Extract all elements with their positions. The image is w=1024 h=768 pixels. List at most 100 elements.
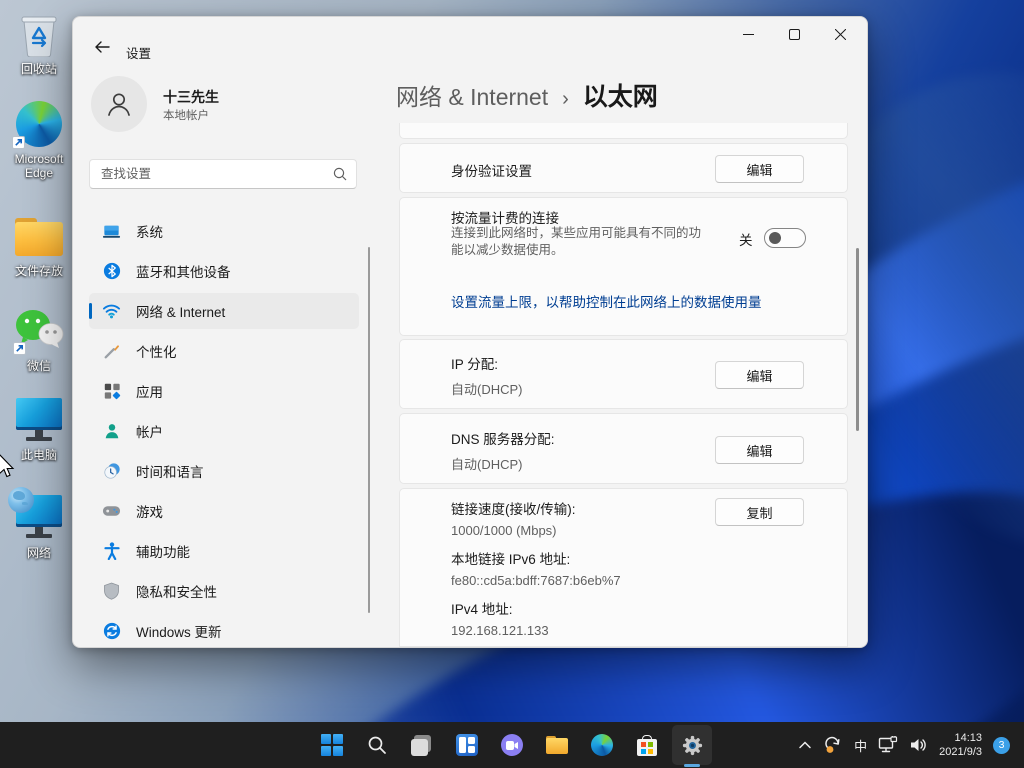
privacy-icon: [102, 582, 121, 601]
shortcut-arrow-icon: [13, 342, 26, 355]
metered-toggle[interactable]: [764, 228, 806, 248]
apps-icon: [102, 382, 121, 401]
sidebar-item-privacy[interactable]: 隐私和安全性: [89, 573, 359, 609]
avatar[interactable]: [91, 76, 147, 132]
tray-clock[interactable]: 14:13 2021/9/3: [939, 731, 982, 759]
sidebar-item-accounts[interactable]: 帐户: [89, 413, 359, 449]
personalization-icon: [102, 342, 121, 361]
desktop-icon-label: 微信: [26, 359, 51, 373]
taskbar-search-button[interactable]: [357, 725, 397, 765]
card-metered-connection: 按流量计费的连接 连接到此网络时，某些应用可能具有不同的功能以减少数据使用。 关…: [399, 197, 848, 336]
dns-value: 自动(DHCP): [451, 457, 523, 472]
sidebar-item-gaming[interactable]: 游戏: [89, 493, 359, 529]
breadcrumb: 网络 & Internet › 以太网: [396, 77, 658, 113]
sidebar-item-label: 蓝牙和其他设备: [136, 265, 231, 280]
wechat-icon: [2, 303, 76, 357]
sidebar-item-label: 时间和语言: [136, 465, 204, 480]
search-box[interactable]: [89, 159, 357, 189]
auth-edit-button[interactable]: 编辑: [715, 155, 804, 183]
accessibility-icon: [102, 542, 121, 561]
ime-indicator[interactable]: 中: [854, 736, 867, 755]
ip-label: IP 分配:: [451, 357, 499, 372]
sidebar-item-personalization[interactable]: 个性化: [89, 333, 359, 369]
desktop-icon-label: 回收站: [20, 62, 57, 76]
sidebar-item-label: 网络 & Internet: [136, 305, 226, 320]
dns-edit-button[interactable]: 编辑: [715, 436, 804, 464]
tray-volume-icon[interactable]: [909, 736, 928, 754]
desktop-icon-folder[interactable]: 文件存放: [2, 212, 76, 278]
card-connection-details: 链接速度(接收/传输): 复制 1000/1000 (Mbps) 本地链接 IP…: [399, 488, 848, 647]
edge-button[interactable]: [582, 725, 622, 765]
search-icon: [368, 736, 386, 754]
tray-network-icon[interactable]: [878, 736, 898, 754]
minimize-icon: [742, 33, 754, 35]
widgets-icon: [456, 734, 478, 756]
start-icon: [321, 734, 343, 756]
metered-description: 连接到此网络时，某些应用可能具有不同的功能以减少数据使用。: [451, 226, 702, 257]
ipv6-value: fe80::cd5a:bdff:7687:b6eb%7: [451, 573, 621, 588]
search-input[interactable]: [90, 160, 320, 188]
sidebar-item-network-internet[interactable]: 网络 & Internet: [89, 293, 359, 329]
settings-window: 设置 十三先生 本地帐户 查找设置 系统 蓝牙和其他设备 网络 & Intern…: [72, 16, 868, 648]
minimize-button[interactable]: [725, 17, 771, 51]
sidebar-item-windows-update[interactable]: Windows 更新: [89, 613, 359, 647]
sidebar-item-label: 帐户: [136, 425, 163, 440]
sidebar-nav: 系统 蓝牙和其他设备 网络 & Internet 个性化 应用 帐户 时间和语言…: [89, 213, 359, 647]
user-account-type: 本地帐户: [163, 110, 209, 122]
notification-badge[interactable]: 3: [993, 736, 1010, 754]
windows-update-icon: [102, 622, 121, 641]
sidebar-item-accessibility[interactable]: 辅助功能: [89, 533, 359, 569]
maximize-icon: [788, 28, 800, 40]
wifi-icon: [102, 302, 121, 321]
store-icon: [637, 734, 657, 756]
taskbar: 中 14:13 2021/9/3 3: [0, 722, 1024, 768]
settings-gear-icon: [682, 735, 702, 755]
sidebar-item-time-language[interactable]: 时间和语言: [89, 453, 359, 489]
content-scrollbar[interactable]: [856, 248, 859, 431]
ip-value: 自动(DHCP): [451, 382, 523, 397]
accounts-icon: [102, 422, 121, 441]
sidebar-item-label: 辅助功能: [136, 545, 190, 560]
sidebar-item-system[interactable]: 系统: [89, 213, 359, 249]
close-button[interactable]: [817, 17, 863, 51]
maximize-button[interactable]: [771, 17, 817, 51]
desktop-icon-label: 文件存放: [14, 264, 63, 278]
page-title: 以太网: [582, 83, 658, 111]
desktop-icon-wechat[interactable]: 微信: [2, 303, 76, 373]
data-limit-link[interactable]: 设置流量上限，以帮助控制在此网络上的数据使用量: [451, 291, 762, 311]
tray-chevron-up-icon[interactable]: [798, 740, 812, 750]
desktop-icon-network[interactable]: 网络: [2, 487, 76, 560]
task-view-button[interactable]: [402, 725, 442, 765]
widgets-button[interactable]: [447, 725, 487, 765]
tray-date: 2021/9/3: [939, 746, 982, 758]
system-icon: [102, 222, 121, 241]
sidebar-item-bluetooth[interactable]: 蓝牙和其他设备: [89, 253, 359, 289]
store-button[interactable]: [627, 725, 667, 765]
dns-label: DNS 服务器分配:: [451, 432, 555, 447]
ip-edit-button[interactable]: 编辑: [715, 361, 804, 389]
desktop-icon-edge[interactable]: Microsoft Edge: [2, 98, 76, 180]
back-button[interactable]: [85, 32, 119, 62]
auth-settings-label: 身份验证设置: [451, 164, 532, 179]
sidebar-scrollbar[interactable]: [368, 247, 370, 613]
window-title: 设置: [126, 47, 152, 61]
this-pc-icon: [2, 396, 76, 446]
desktop: 回收站 Microsoft Edge 文件存放 微信 此电脑 网络 设置 十三先…: [0, 0, 1024, 768]
card-ip-assignment: IP 分配: 自动(DHCP) 编辑: [399, 339, 848, 409]
shortcut-arrow-icon: [12, 136, 25, 149]
toggle-knob: [769, 232, 781, 244]
sidebar-item-apps[interactable]: 应用: [89, 373, 359, 409]
link-speed-label: 链接速度(接收/传输):: [451, 502, 576, 517]
close-icon: [834, 28, 846, 40]
file-explorer-button[interactable]: [537, 725, 577, 765]
sidebar-item-label: 系统: [136, 225, 163, 240]
copy-button[interactable]: 复制: [715, 498, 804, 526]
mouse-cursor: [0, 454, 15, 478]
start-button[interactable]: [312, 725, 352, 765]
settings-button[interactable]: [672, 725, 712, 767]
metered-title: 按流量计费的连接: [451, 211, 559, 226]
update-pending-icon[interactable]: [823, 735, 843, 755]
breadcrumb-parent[interactable]: 网络 & Internet: [396, 78, 548, 112]
chat-button[interactable]: [492, 725, 532, 765]
desktop-icon-recycle-bin[interactable]: 回收站: [2, 10, 76, 76]
